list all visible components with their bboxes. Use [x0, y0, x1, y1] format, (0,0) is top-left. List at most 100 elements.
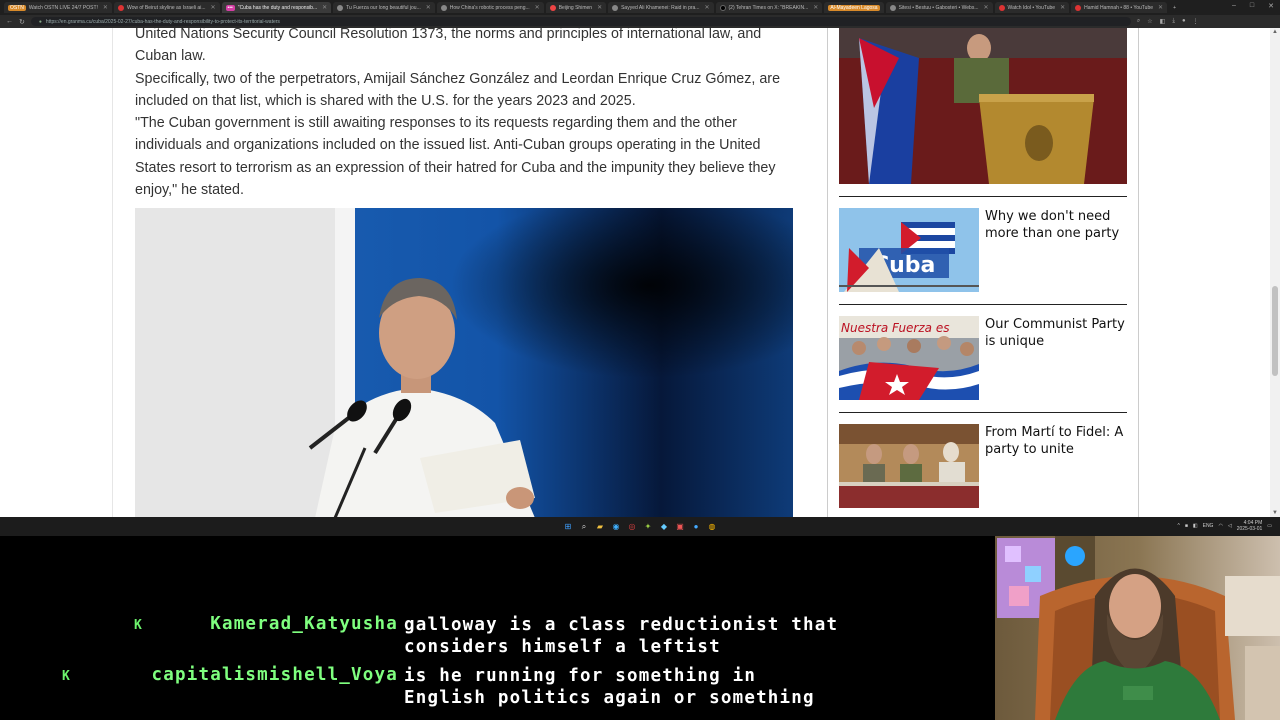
- sidebar-rule: [839, 196, 1127, 197]
- menu-icon[interactable]: ⋮: [1193, 18, 1199, 25]
- page-favicon-icon: [440, 4, 447, 11]
- leaders-table-thumbnail[interactable]: [839, 424, 979, 508]
- close-window-button[interactable]: ✕: [1268, 2, 1274, 10]
- scrollbar-thumb[interactable]: [1272, 286, 1278, 376]
- sidebar-item-title[interactable]: Our Communist Party is unique: [985, 316, 1127, 350]
- tab-badge: •••: [225, 4, 235, 11]
- maximize-button[interactable]: □: [1250, 2, 1254, 10]
- sidebar-hero-image[interactable]: [839, 28, 1127, 184]
- flag-crowd-image: Nuestra Fuerza es: [839, 316, 979, 400]
- streamer-webcam-image: [995, 536, 1280, 720]
- zoom-icon[interactable]: ⌕: [1137, 18, 1140, 25]
- close-icon[interactable]: ✕: [813, 4, 818, 11]
- flag-crowd-thumbnail[interactable]: Nuestra Fuerza es: [839, 316, 979, 400]
- close-icon[interactable]: ✕: [211, 4, 216, 11]
- browser-tab[interactable]: Hamid Hamnah • 88 • YouTube ✕: [1071, 2, 1168, 13]
- system-tray: ^ ■ ◧ ENG ◠ ◁ 4:04 PM 2025-03-01 ▭: [1177, 520, 1272, 532]
- close-icon[interactable]: ✕: [597, 4, 602, 11]
- edge-browser-icon[interactable]: ◉: [611, 522, 621, 532]
- article-body: United Nations Security Council Resoluti…: [135, 28, 795, 201]
- wifi-icon[interactable]: ◠: [1218, 523, 1222, 529]
- sidebar-article-item[interactable]: From Martí to Fidel: A party to unite: [839, 412, 1127, 512]
- file-explorer-icon[interactable]: ▰: [595, 522, 605, 532]
- sidebar-divider: [827, 28, 828, 517]
- tab-label: Hamid Hamnah • 88 • YouTube: [1084, 4, 1154, 11]
- close-icon[interactable]: ✕: [1060, 4, 1065, 11]
- chrome-icon[interactable]: ◍: [707, 522, 717, 532]
- tray-chevron-icon[interactable]: ^: [1177, 523, 1179, 529]
- page-scrollbar[interactable]: ▲ ▼: [1270, 28, 1280, 517]
- browser-tab[interactable]: (2) Tehran Times on X: "BREAKIN... ✕: [715, 2, 823, 13]
- close-icon[interactable]: ✕: [704, 4, 709, 11]
- address-bar[interactable]: ● https://en.granma.cu/cuba/2025-02-27/c…: [30, 17, 1131, 26]
- window-controls: – □ ✕: [1232, 2, 1274, 10]
- close-icon[interactable]: ✕: [984, 4, 989, 11]
- chat-message-line: English politics again or something: [404, 688, 815, 708]
- extension-icon[interactable]: ◧: [1160, 18, 1166, 25]
- browser-tab[interactable]: Sitesi • Bestuu • Gabosteri • Webs... ✕: [885, 2, 993, 13]
- youtube-favicon-icon: [117, 4, 124, 11]
- cuba-sign-thumbnail[interactable]: Cuba: [839, 208, 979, 292]
- new-tab-button[interactable]: +: [1169, 2, 1180, 13]
- sidebar-rule: [839, 304, 1127, 305]
- page-favicon-icon: [889, 4, 896, 11]
- start-menu-icon[interactable]: ⊞: [563, 522, 573, 532]
- tab-label: How China's robotic process peng...: [449, 4, 530, 11]
- search-icon[interactable]: ⌕: [579, 522, 589, 532]
- article-paragraph: Specifically, two of the perpetrators, A…: [135, 70, 781, 109]
- browser-tab[interactable]: Al-Mayadeen Lagosa: [824, 2, 884, 13]
- close-icon[interactable]: ✕: [322, 4, 327, 11]
- scroll-up-icon[interactable]: ▲: [1272, 29, 1278, 35]
- tab-label: Sitesi • Bestuu • Gabosteri • Webs...: [898, 4, 979, 11]
- browser-tab[interactable]: How China's robotic process peng... ✕: [436, 2, 544, 13]
- stream-chat-overlay: K Kamerad_Katyusha galloway is a class r…: [0, 536, 995, 720]
- youtube-favicon-icon: [998, 4, 1005, 11]
- browser-tab[interactable]: Tu Fuerza our long beautiful jou... ✕: [333, 2, 435, 13]
- page-favicon-icon: [612, 4, 619, 11]
- chat-username: capitalismishell_Voya: [151, 665, 398, 685]
- browser-tab[interactable]: OSTN Watch OSTN LIVE 24/7 POST! ✕: [4, 2, 112, 13]
- lock-icon: ●: [38, 18, 42, 25]
- notification-icon[interactable]: ▭: [1267, 523, 1272, 529]
- chat-message-line: considers himself a leftist: [404, 637, 721, 657]
- taskbar-clock[interactable]: 4:04 PM 2025-03-01: [1237, 520, 1263, 532]
- tab-label: Sayyed Ali Khamenei: Raid in pra...: [621, 4, 700, 11]
- tab-label: Wow of Beirut skyline as Israeli ai...: [126, 4, 206, 11]
- speaker-photo-image: [135, 208, 793, 517]
- profile-icon[interactable]: ●: [1182, 18, 1186, 25]
- close-icon[interactable]: ✕: [1158, 4, 1163, 11]
- sidebar-rule: [839, 412, 1127, 413]
- close-icon[interactable]: ✕: [426, 4, 431, 11]
- download-icon[interactable]: ⤓: [1172, 18, 1175, 25]
- app-icon[interactable]: ●: [691, 522, 701, 532]
- browser-tab[interactable]: Watch Idol • YouTube ✕: [994, 2, 1070, 13]
- app-icon[interactable]: ◆: [659, 522, 669, 532]
- sidebar-item-title[interactable]: From Martí to Fidel: A party to unite: [985, 424, 1127, 458]
- chat-username: Kamerad_Katyusha: [210, 614, 398, 634]
- browser-tab[interactable]: Beijing Shimen ✕: [545, 2, 607, 13]
- os-taskbar: ⊞ ⌕ ▰ ◉ ◎ ✦ ◆ ▣ ● ◍ ^ ■ ◧ ENG ◠ ◁ 4:04 P…: [0, 517, 1280, 536]
- bookmark-star-icon[interactable]: ☆: [1147, 18, 1152, 25]
- browser-tab-active[interactable]: ••• "Cuba has the duty and responsib... ✕: [221, 2, 332, 13]
- close-icon[interactable]: ✕: [103, 4, 108, 11]
- back-arrow-icon[interactable]: ←: [6, 18, 13, 25]
- content-divider: [112, 28, 113, 517]
- browser-tab[interactable]: Sayyed Ali Khamenei: Raid in pra... ✕: [608, 2, 714, 13]
- volume-icon[interactable]: ◁: [1228, 523, 1232, 529]
- app-icon[interactable]: ✦: [643, 522, 653, 532]
- svg-text:Nuestra Fuerza es: Nuestra Fuerza es: [841, 321, 949, 335]
- scroll-down-icon[interactable]: ▼: [1272, 510, 1278, 516]
- tray-app-icon[interactable]: ■: [1185, 523, 1188, 529]
- close-icon[interactable]: ✕: [535, 4, 540, 11]
- tray-app-icon[interactable]: ◧: [1193, 523, 1198, 529]
- sidebar-article-item[interactable]: Nuestra Fuerza es Our Communist Party is…: [839, 304, 1127, 404]
- reload-icon[interactable]: ↻: [19, 18, 25, 26]
- app-icon[interactable]: ◎: [627, 522, 637, 532]
- tab-badge: Al-Mayadeen Lagosa: [828, 4, 880, 11]
- tray-lang[interactable]: ENG: [1203, 523, 1214, 529]
- app-icon[interactable]: ▣: [675, 522, 685, 532]
- sidebar-item-title[interactable]: Why we don't need more than one party: [985, 208, 1127, 242]
- minimize-button[interactable]: –: [1232, 2, 1236, 10]
- sidebar-article-item[interactable]: Cuba Why we don't need more than one par…: [839, 196, 1127, 296]
- browser-tab[interactable]: Wow of Beirut skyline as Israeli ai... ✕: [113, 2, 220, 13]
